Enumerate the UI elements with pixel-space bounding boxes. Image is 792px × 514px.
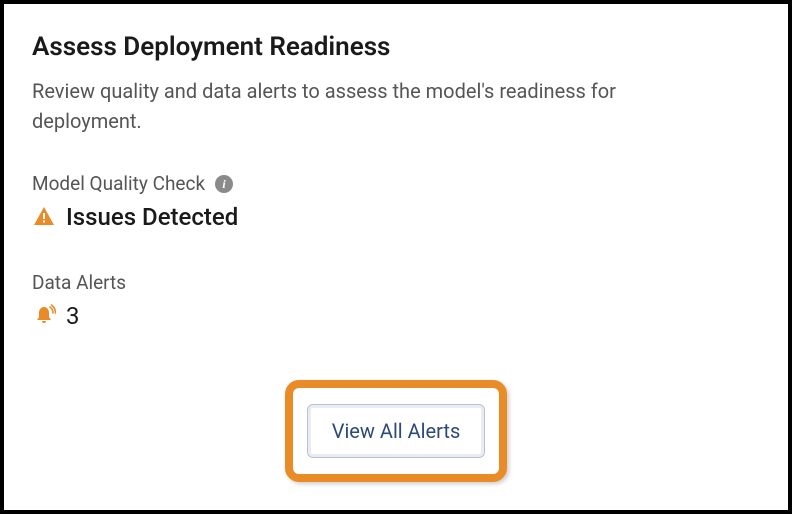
- data-alerts-count: 3: [66, 302, 80, 330]
- data-alerts-label: Data Alerts: [32, 271, 126, 294]
- highlight-box: View All Alerts: [285, 380, 508, 482]
- button-area: View All Alerts: [32, 380, 760, 490]
- quality-check-label: Model Quality Check: [32, 172, 205, 195]
- readiness-panel: Assess Deployment Readiness Review quali…: [0, 0, 792, 514]
- bell-alert-icon: [32, 304, 56, 328]
- data-alerts-row: 3: [32, 302, 760, 330]
- view-all-alerts-button[interactable]: View All Alerts: [307, 404, 486, 458]
- panel-description: Review quality and data alerts to assess…: [32, 76, 712, 136]
- panel-title: Assess Deployment Readiness: [32, 32, 760, 62]
- quality-check-label-row: Model Quality Check i: [32, 172, 760, 195]
- warning-triangle-icon: [32, 205, 56, 229]
- info-icon[interactable]: i: [215, 175, 233, 193]
- data-alerts-label-row: Data Alerts: [32, 271, 760, 294]
- quality-check-status-row: Issues Detected: [32, 203, 760, 231]
- quality-check-status: Issues Detected: [66, 203, 238, 231]
